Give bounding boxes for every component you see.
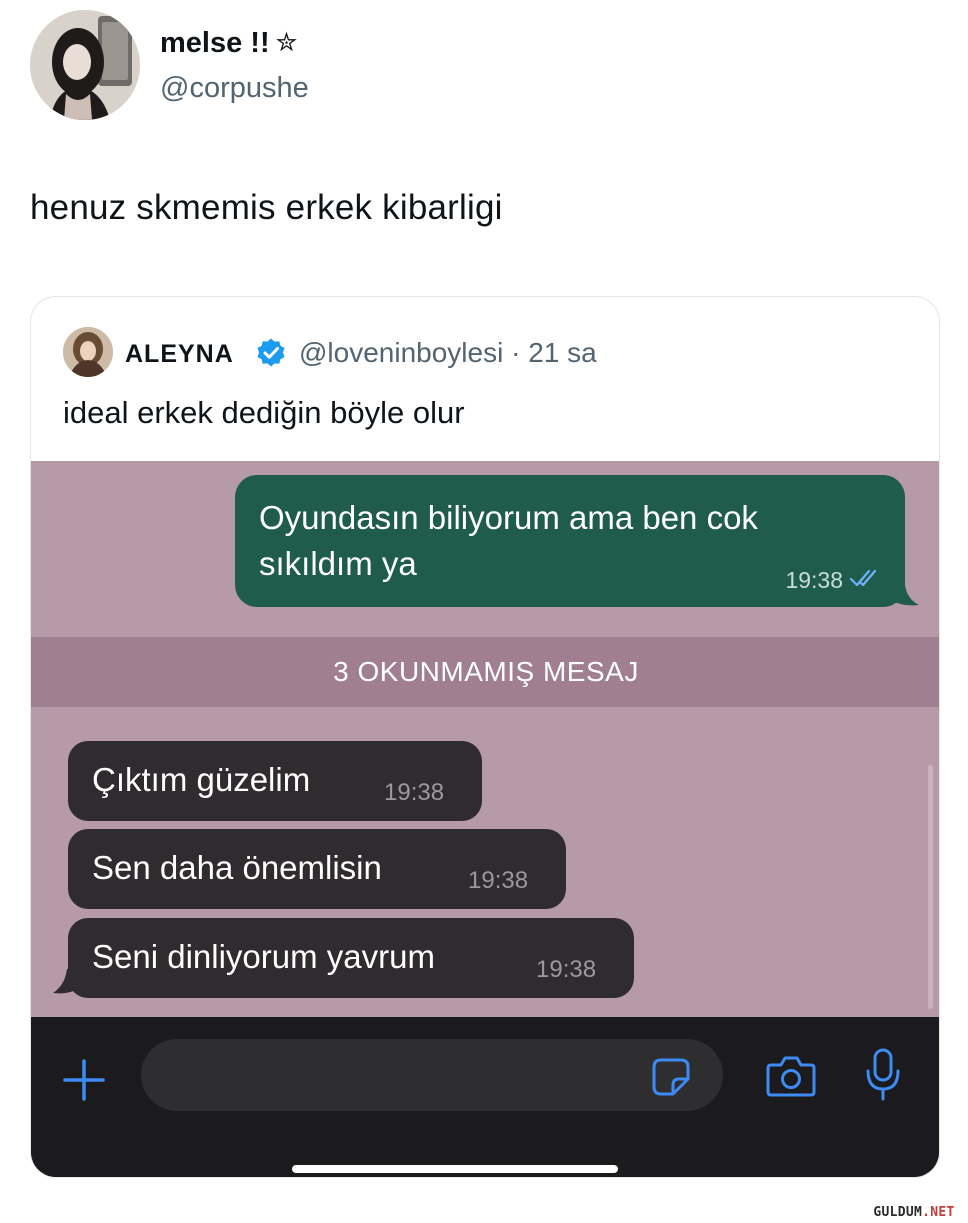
camera-icon[interactable]: [765, 1053, 817, 1099]
quoted-tweet-text: ideal erkek dediğin böyle olur: [63, 395, 465, 430]
quoted-user-handle-time[interactable]: @loveninboylesi · 21 sa: [299, 337, 597, 369]
sticker-icon[interactable]: [651, 1057, 691, 1097]
user-avatar[interactable]: [30, 10, 140, 120]
unread-messages-banner: 3 OKUNMAMIŞ MESAJ: [31, 637, 939, 707]
incoming-message-bubble: Seni dinliyorum yavrum 19:38: [68, 918, 634, 998]
incoming-message-time: 19:38: [536, 956, 597, 983]
plus-icon[interactable]: [61, 1057, 107, 1103]
incoming-message-time: 19:38: [384, 779, 445, 806]
quoted-avatar-photo: [63, 327, 113, 377]
verified-badge-icon: [257, 338, 285, 367]
avatar-photo: [30, 10, 140, 120]
display-name[interactable]: melse !! ✮: [160, 27, 297, 60]
watermark-part2: .NET: [922, 1205, 955, 1220]
chat-screenshot: Oyundasın biliyorum ama ben cok sıkıldım…: [31, 461, 939, 1177]
read-receipt-ticks-icon: [849, 569, 877, 587]
chat-scroll-indicator[interactable]: [928, 765, 933, 1009]
quoted-user-name[interactable]: ALEYNA: [125, 340, 234, 369]
outgoing-message-time: 19:38: [785, 567, 843, 593]
tweet-text: henuz skmemis erkek kibarligi: [30, 188, 503, 227]
site-watermark: GULDUM.NET: [866, 1205, 962, 1221]
watermark-part1: GULDUM: [873, 1205, 923, 1220]
incoming-message-text: Sen daha önemlisin: [92, 849, 382, 886]
incoming-message-bubble: Çıktım güzelim 19:38: [68, 741, 482, 821]
outgoing-bubble-tail: [889, 585, 919, 606]
quoted-tweet-card[interactable]: ALEYNA @loveninboylesi · 21 sa ideal erk…: [30, 296, 940, 1178]
incoming-message-bubble: Sen daha önemlisin 19:38: [68, 829, 566, 909]
incoming-message-time: 19:38: [468, 867, 529, 894]
user-handle[interactable]: @corpushe: [160, 72, 309, 105]
message-composer: [31, 1017, 939, 1177]
quoted-user-avatar[interactable]: [63, 327, 113, 377]
star-icon: ✮: [275, 27, 298, 57]
outgoing-message-bubble: Oyundasın biliyorum ama ben cok sıkıldım…: [235, 475, 905, 607]
incoming-bubble-tail: [53, 969, 83, 994]
incoming-message-text: Çıktım güzelim: [92, 761, 311, 798]
microphone-icon[interactable]: [863, 1047, 903, 1103]
display-name-text: melse !!: [160, 27, 270, 59]
message-input[interactable]: [141, 1039, 723, 1111]
home-indicator: [292, 1165, 618, 1173]
incoming-message-text: Seni dinliyorum yavrum: [92, 938, 435, 975]
